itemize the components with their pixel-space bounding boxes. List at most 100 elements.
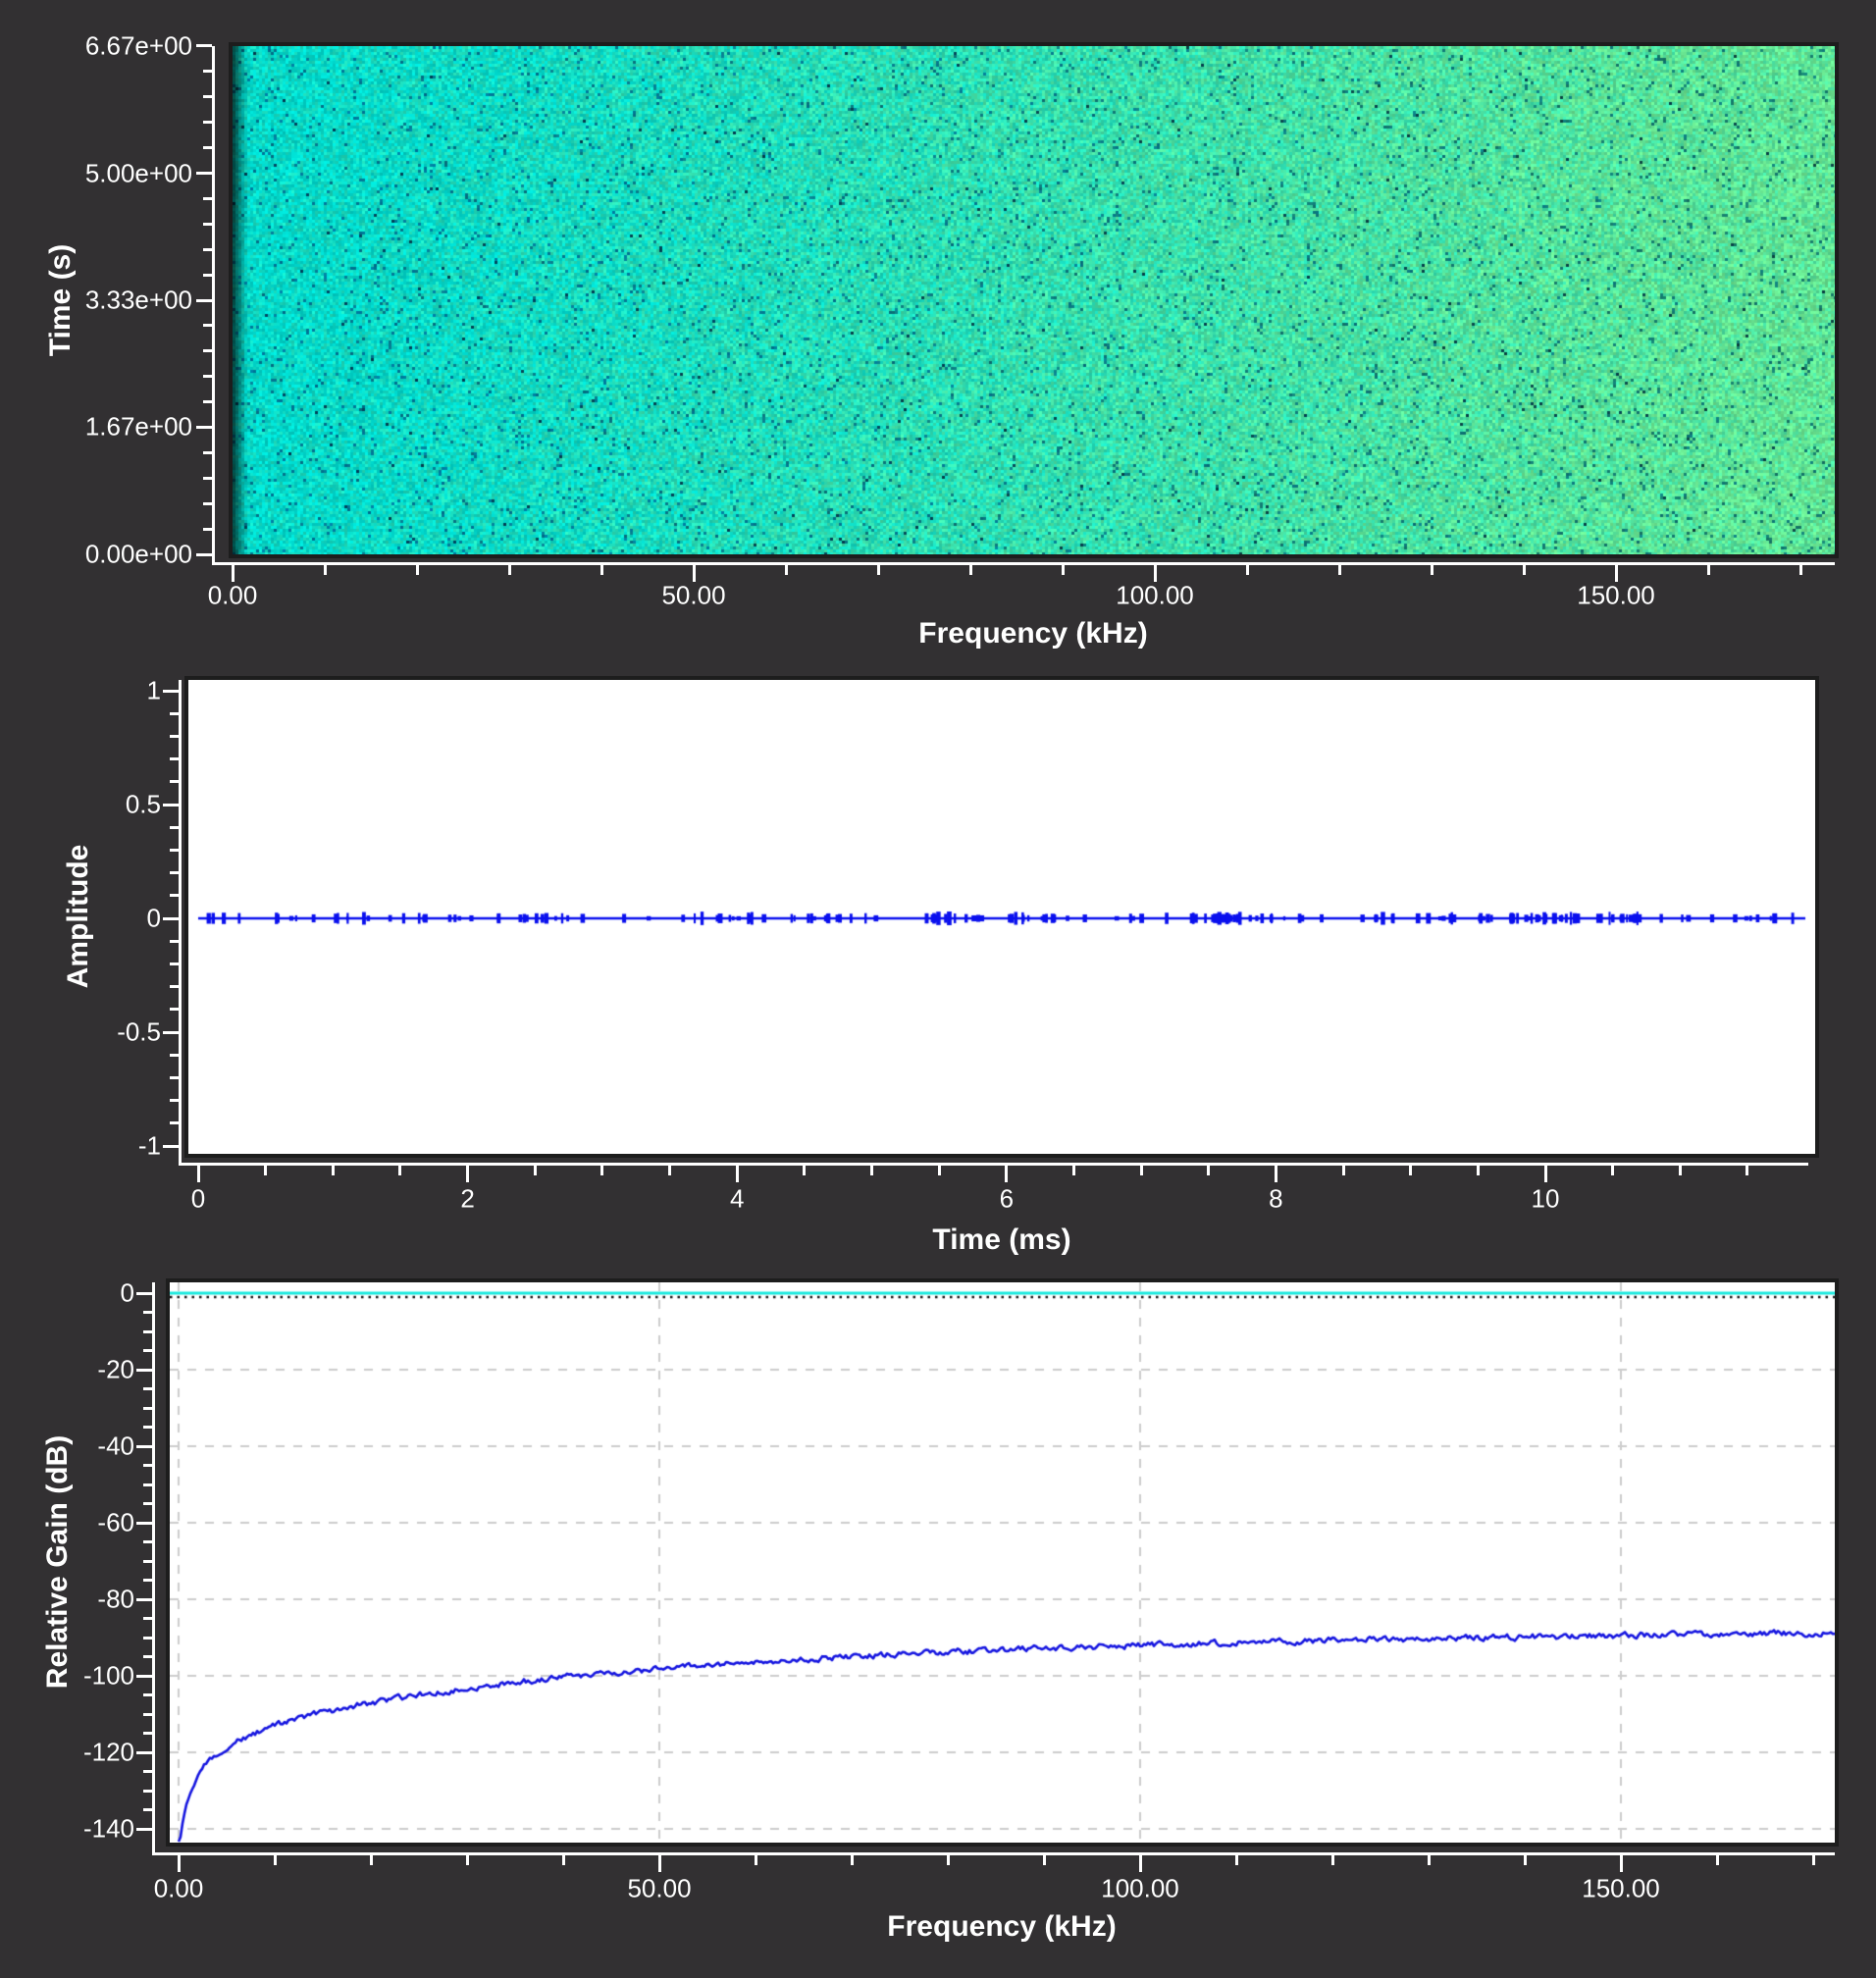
y-tick-label: -20 <box>97 1354 134 1384</box>
y-minor-tick <box>170 757 179 761</box>
x-tick-label: 0.00 <box>153 1873 204 1903</box>
y-minor-tick <box>203 121 212 125</box>
x-axis-spine <box>212 562 1835 565</box>
y-major-tick <box>196 44 212 48</box>
y-minor-tick <box>143 1502 152 1505</box>
y-major-tick <box>136 1521 152 1525</box>
y-major-tick <box>136 1291 152 1295</box>
x-minor-tick <box>1042 1855 1046 1865</box>
y-minor-tick <box>170 962 179 965</box>
y-minor-tick <box>170 825 179 829</box>
y-minor-tick <box>143 1464 152 1467</box>
frequency-response-plot[interactable] <box>166 1278 1839 1847</box>
x-tick-label: 50.00 <box>627 1873 692 1903</box>
y-minor-tick <box>170 939 179 943</box>
y-major-tick <box>136 1368 152 1372</box>
y-minor-tick <box>143 1808 152 1811</box>
y-major-tick <box>196 425 212 429</box>
y-major-tick <box>163 1144 179 1148</box>
y-major-tick <box>136 1827 152 1831</box>
x-minor-tick <box>331 1166 335 1175</box>
y-minor-tick <box>170 1099 179 1103</box>
x-major-tick <box>1543 1166 1547 1182</box>
x-minor-tick <box>507 565 511 575</box>
y-minor-tick <box>143 1311 152 1314</box>
y-major-tick <box>136 1750 152 1754</box>
x-minor-tick <box>1234 1855 1238 1865</box>
y-axis-spine <box>152 1282 155 1855</box>
signal-analysis-dashboard: Time (s) Frequency (kHz) 0.00 50.00 100.00… <box>0 0 1876 1978</box>
y-minor-tick <box>170 1008 179 1012</box>
y-minor-tick <box>203 222 212 226</box>
y-tick-label: 0.00e+00 <box>84 539 192 569</box>
y-major-tick <box>163 1030 179 1034</box>
y-minor-tick <box>143 1540 152 1543</box>
y-tick-label: -1 <box>137 1130 161 1161</box>
y-minor-tick <box>143 1770 152 1773</box>
x-minor-tick <box>1337 565 1341 575</box>
x-minor-tick <box>599 565 603 575</box>
x-minor-tick <box>1409 1166 1413 1175</box>
y-axis-spine <box>212 46 215 565</box>
y-tick-label: 3.33e+00 <box>84 285 192 315</box>
y-minor-tick <box>203 476 212 480</box>
y-minor-tick <box>143 1636 152 1640</box>
x-minor-tick <box>1798 565 1802 575</box>
y-minor-tick <box>143 1559 152 1563</box>
x-minor-tick <box>937 1166 941 1175</box>
x-minor-tick <box>1715 1855 1719 1865</box>
x-tick-label: 8 <box>1269 1183 1283 1214</box>
x-major-tick <box>1614 565 1618 582</box>
y-minor-tick <box>203 324 212 328</box>
x-major-tick <box>1153 565 1157 582</box>
y-major-tick <box>136 1674 152 1678</box>
y-tick-label: 1 <box>146 675 161 705</box>
x-minor-tick <box>264 1166 268 1175</box>
x-minor-tick <box>1341 1166 1345 1175</box>
y-minor-tick <box>170 1121 179 1125</box>
y-minor-tick <box>203 501 212 505</box>
spectrogram-heatmap[interactable] <box>229 42 1839 558</box>
y-tick-label: 0.5 <box>125 789 161 819</box>
y-minor-tick <box>203 375 212 379</box>
spectrogram-y-axis-title: Time (s) <box>44 243 77 357</box>
y-minor-tick <box>203 95 212 99</box>
y-minor-tick <box>143 1406 152 1410</box>
x-minor-tick <box>1427 1855 1431 1865</box>
x-major-tick <box>1138 1855 1142 1872</box>
x-minor-tick <box>870 1166 873 1175</box>
x-major-tick <box>1274 1166 1277 1182</box>
x-minor-tick <box>1611 1166 1615 1175</box>
y-minor-tick <box>203 349 212 353</box>
y-tick-label: -0.5 <box>117 1016 161 1047</box>
x-tick-label: 6 <box>999 1183 1015 1214</box>
x-minor-tick <box>754 1855 757 1865</box>
x-tick-label: 2 <box>460 1183 475 1214</box>
y-minor-tick <box>143 1426 152 1429</box>
x-minor-tick <box>1522 565 1526 575</box>
x-minor-tick <box>1746 1166 1749 1175</box>
x-minor-tick <box>1678 1166 1682 1175</box>
x-major-tick <box>735 1166 739 1182</box>
y-minor-tick <box>170 848 179 852</box>
y-major-tick <box>136 1597 152 1601</box>
waveform-plot[interactable] <box>184 676 1819 1158</box>
x-tick-label: 50.00 <box>661 580 726 610</box>
x-minor-tick <box>1071 1166 1075 1175</box>
y-tick-label: -80 <box>97 1584 134 1614</box>
y-tick-label: -140 <box>82 1813 134 1844</box>
y-minor-tick <box>143 1732 152 1735</box>
x-minor-tick <box>850 1855 854 1865</box>
y-minor-tick <box>203 273 212 277</box>
x-minor-tick <box>533 1166 537 1175</box>
x-minor-tick <box>415 565 419 575</box>
y-minor-tick <box>143 1579 152 1582</box>
y-minor-tick <box>143 1617 152 1620</box>
x-major-tick <box>196 1166 200 1182</box>
x-minor-tick <box>1139 1166 1143 1175</box>
x-major-tick <box>231 565 234 582</box>
y-minor-tick <box>143 1655 152 1658</box>
x-axis-spine <box>152 1852 1835 1855</box>
x-minor-tick <box>369 1855 373 1865</box>
x-minor-tick <box>1476 1166 1480 1175</box>
